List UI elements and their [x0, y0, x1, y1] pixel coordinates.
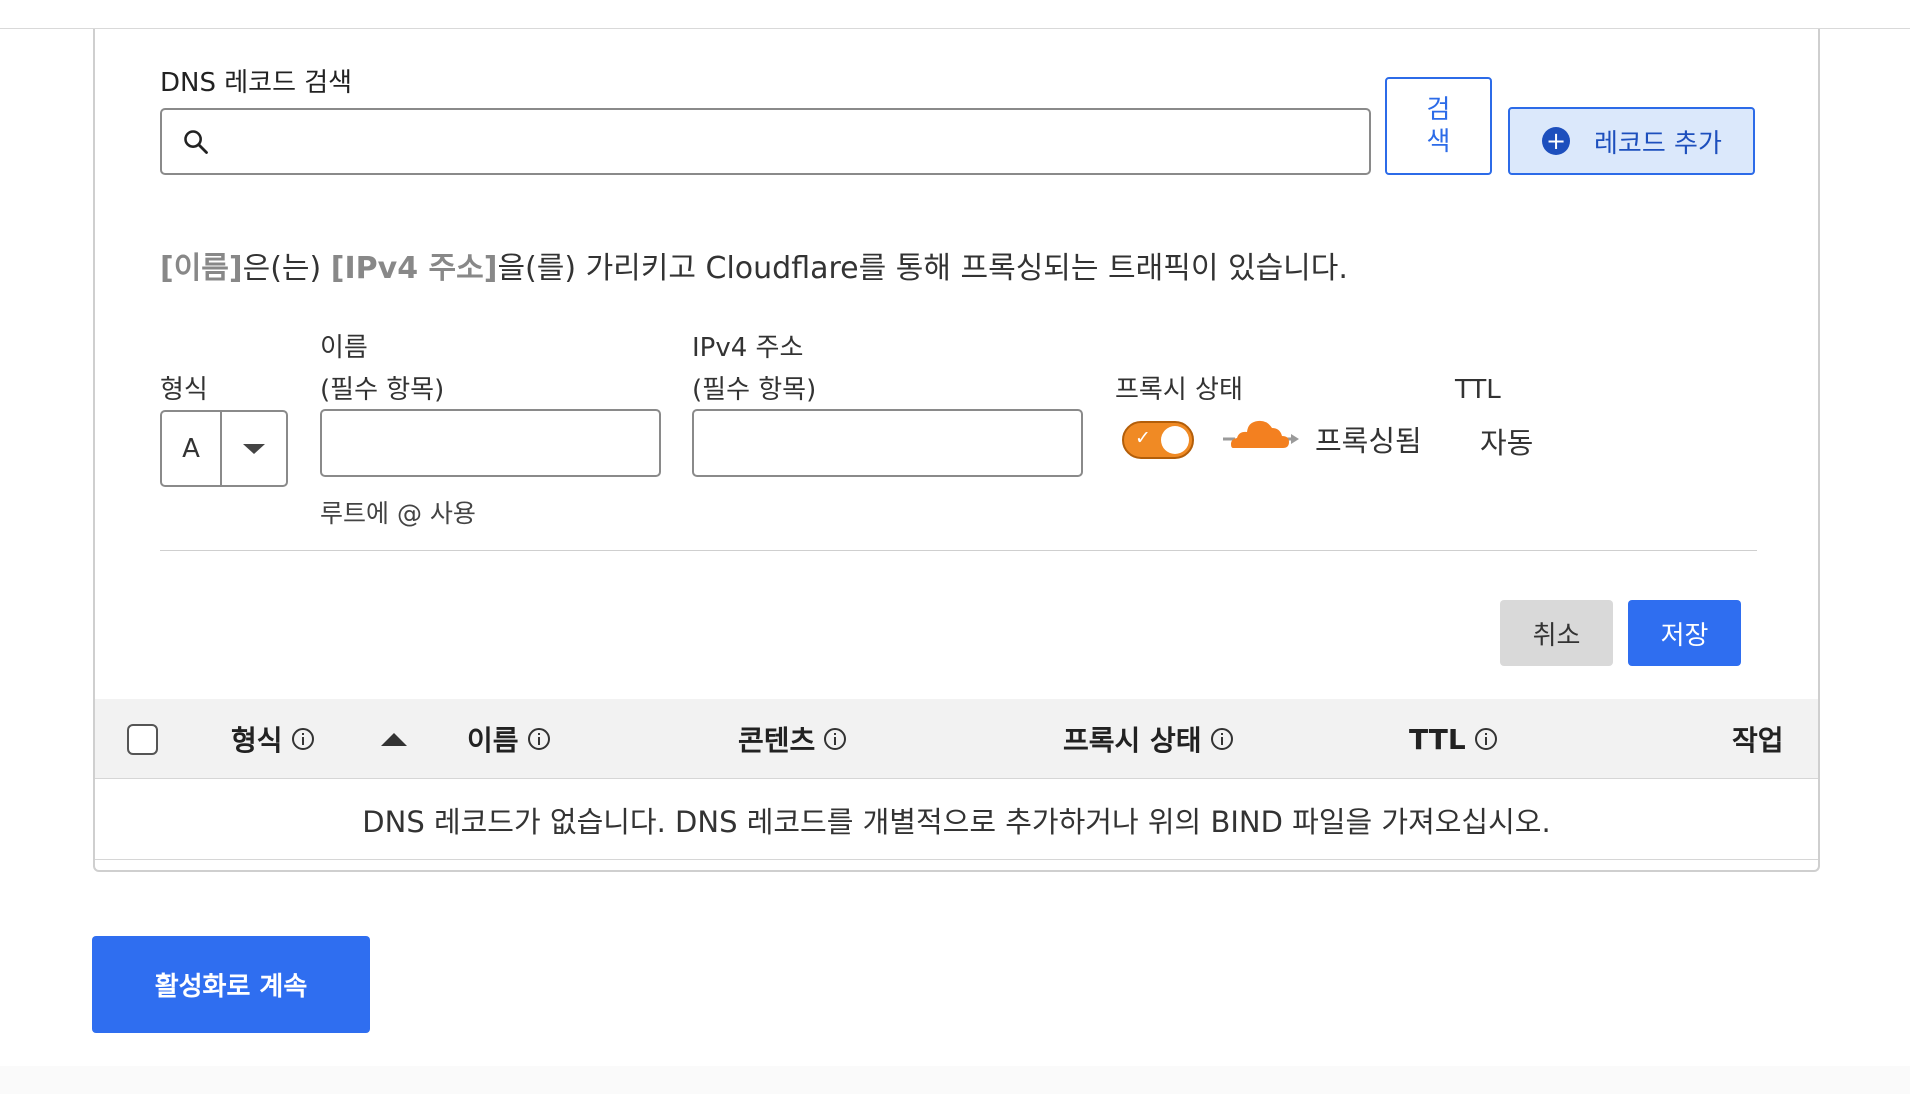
- column-header-content[interactable]: 콘텐츠: [738, 699, 847, 779]
- column-header-actions: 작업: [1732, 724, 1784, 757]
- name-input[interactable]: [322, 411, 659, 475]
- info-icon[interactable]: [291, 727, 315, 751]
- form-divider: [160, 550, 1757, 551]
- search-input-box[interactable]: [160, 108, 1371, 175]
- description-part2: 을(를) 가리키고 Cloudflare를 통해 프록싱되는 트래픽이 있습니다…: [497, 251, 1348, 286]
- column-header-type[interactable]: 형식: [231, 699, 315, 779]
- search-button-label: 검색: [1426, 95, 1451, 157]
- name-hint: 루트에 @ 사용: [320, 499, 476, 528]
- info-icon[interactable]: [1474, 727, 1498, 751]
- ttl-label: TTL: [1455, 375, 1501, 405]
- triangle-up-icon: [381, 732, 407, 746]
- ipv4-field[interactable]: [692, 409, 1083, 477]
- column-header-content-label: 콘텐츠: [738, 724, 816, 757]
- continue-to-activation-button[interactable]: 활성화로 계속: [92, 936, 370, 1033]
- type-value: A: [162, 412, 222, 485]
- column-header-proxy-status[interactable]: 프록시 상태: [1063, 699, 1234, 779]
- ipv4-placeholder-text: [IPv4 주소]: [330, 251, 498, 286]
- footer-band: [0, 1066, 1910, 1094]
- cloud-icon: [1223, 420, 1299, 448]
- sort-ascending-icon[interactable]: [381, 699, 407, 779]
- save-button[interactable]: 저장: [1628, 600, 1741, 666]
- column-header-ttl[interactable]: TTL: [1409, 699, 1498, 779]
- column-header-type-label: 형식: [231, 724, 283, 757]
- check-icon: ✓: [1135, 427, 1151, 449]
- select-all-checkbox[interactable]: [127, 724, 158, 755]
- name-label-line1: 이름: [320, 333, 368, 363]
- dns-records-card: DNS 레코드 검색 검색 + 레코드 추가 [이름]은(는) [IPv4 주소…: [93, 29, 1820, 872]
- type-dropdown-toggle[interactable]: [222, 412, 286, 485]
- toggle-knob: [1161, 426, 1189, 454]
- search-icon: [184, 130, 208, 154]
- info-icon[interactable]: [1210, 727, 1234, 751]
- search-button[interactable]: 검색: [1385, 77, 1492, 175]
- column-header-ttl-label: TTL: [1409, 722, 1466, 756]
- name-label-line2: (필수 항목): [320, 375, 445, 405]
- ttl-value: 자동: [1480, 426, 1534, 460]
- info-icon[interactable]: [527, 727, 551, 751]
- ipv4-label-line1: IPv4 주소: [692, 333, 804, 363]
- add-record-button[interactable]: + 레코드 추가: [1508, 107, 1755, 175]
- table-header: 형식 이름 콘텐츠 프록시 상태 TTL 작업: [95, 699, 1818, 779]
- plus-circle-icon: +: [1542, 127, 1570, 155]
- proxy-status-label: 프록시 상태: [1115, 375, 1243, 405]
- chevron-down-icon: [243, 443, 265, 454]
- proxy-toggle[interactable]: ✓: [1122, 421, 1194, 459]
- ipv4-label-line2: (필수 항목): [692, 375, 817, 405]
- name-placeholder-text: [이름]: [160, 251, 243, 286]
- name-field[interactable]: [320, 409, 661, 477]
- column-header-proxy-label: 프록시 상태: [1063, 724, 1202, 757]
- proxy-status-text: 프록싱됨: [1315, 424, 1422, 458]
- empty-table-message: DNS 레코드가 없습니다. DNS 레코드를 개별적으로 추가하거나 위의 B…: [95, 780, 1818, 860]
- add-record-label: 레코드 추가: [1594, 128, 1722, 159]
- record-description: [이름]은(는) [IPv4 주소]을(를) 가리키고 Cloudflare를 …: [160, 243, 1348, 287]
- cancel-button[interactable]: 취소: [1500, 600, 1613, 666]
- description-part1: 은(는): [242, 251, 331, 286]
- column-header-name[interactable]: 이름: [467, 699, 551, 779]
- ipv4-input[interactable]: [694, 411, 1081, 475]
- type-label: 형식: [160, 375, 208, 405]
- info-icon[interactable]: [823, 727, 847, 751]
- search-input[interactable]: [162, 110, 1369, 173]
- column-header-name-label: 이름: [467, 724, 519, 757]
- type-select[interactable]: A: [160, 410, 288, 487]
- search-label: DNS 레코드 검색: [160, 68, 353, 98]
